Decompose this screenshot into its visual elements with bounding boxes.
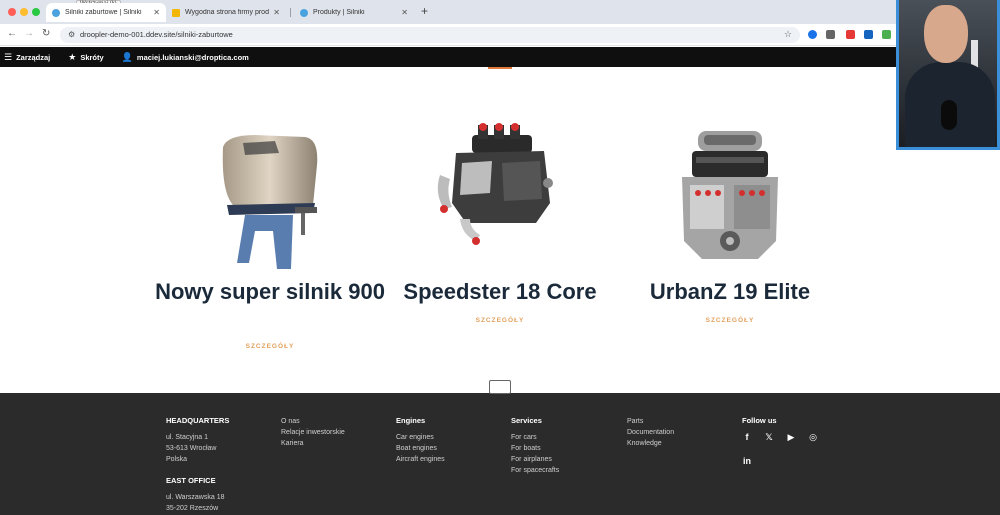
linkedin-icon[interactable]: in: [742, 456, 752, 466]
microphone-icon: [941, 100, 957, 130]
footer-link-knowledge[interactable]: Knowledge: [627, 438, 674, 449]
footer-link-boat-engines[interactable]: Boat engines: [396, 443, 445, 454]
droopler-favicon-icon: [52, 8, 60, 17]
minimize-window-icon[interactable]: [20, 8, 28, 16]
footer-heading: Engines: [396, 416, 426, 425]
footer-link-relacje[interactable]: Relacje inwestorskie: [281, 427, 345, 438]
footer-link-for-boats[interactable]: For boats: [511, 443, 559, 454]
outboard-motor-image[interactable]: [215, 135, 325, 269]
site-footer: HEADQUARTERS ul. Stacyjna 1 53-613 Wrocł…: [0, 393, 1000, 515]
forward-arrow-icon[interactable]: →: [24, 28, 34, 40]
tab-separator: [290, 8, 291, 17]
engine-block-image[interactable]: [432, 123, 568, 247]
footer-follow: Follow us f 𝕏 ▶ ◎ in: [742, 415, 818, 466]
footer-link-car-engines[interactable]: Car engines: [396, 432, 445, 443]
address-line: ul. Warszawska 18: [166, 494, 225, 501]
user-menu[interactable]: 👤 maciej.lukianski@droptica.com: [122, 52, 249, 63]
page-favicon-icon: [172, 8, 180, 17]
footer-heading: EAST OFFICE: [166, 476, 216, 485]
footer-link-for-spacecrafts[interactable]: For spacecrafts: [511, 465, 559, 476]
footer-link-o-nas[interactable]: O nas: [281, 416, 345, 427]
twitter-icon[interactable]: 𝕏: [764, 432, 774, 442]
extension-icon[interactable]: [882, 30, 891, 39]
extension-icon[interactable]: [826, 30, 835, 39]
footer-heading: Services: [511, 416, 542, 425]
feedback-chat-icon[interactable]: [489, 380, 511, 394]
site-info-icon[interactable]: ⚙: [68, 30, 75, 39]
product-title[interactable]: Speedster 18 Core: [385, 279, 615, 305]
close-tab-icon[interactable]: ✕: [153, 8, 160, 17]
address-line: Polska: [166, 456, 188, 463]
youtube-icon[interactable]: ▶: [786, 432, 796, 442]
address-line: 35-202 Rzeszów: [166, 505, 219, 512]
extension-icon[interactable]: [864, 30, 873, 39]
product-title[interactable]: UrbanZ 19 Elite: [615, 279, 845, 305]
url-text[interactable]: droopler-demo-001.ddev.site/silniki-zabu…: [80, 30, 233, 39]
details-link[interactable]: SZCZEGÓŁY: [615, 317, 845, 324]
address-bar[interactable]: ⚙ droopler-demo-001.ddev.site/silniki-za…: [60, 27, 800, 43]
footer-link-parts[interactable]: Parts: [627, 416, 674, 427]
footer-company-links: O nas Relacje inwestorskie Kariera: [281, 416, 345, 449]
tab-title: Silniki zaburtowe | Silniki: [65, 9, 142, 16]
footer-link-aircraft-engines[interactable]: Aircraft engines: [396, 454, 445, 465]
footer-other-links: Parts Documentation Knowledge: [627, 416, 674, 449]
browser-toolbar: ← → ↻ ⚙ droopler-demo-001.ddev.site/siln…: [0, 24, 1000, 46]
product-listing: Nowy super silnik 900 SZCZEGÓŁY Speedste…: [0, 67, 1000, 393]
details-link[interactable]: SZCZEGÓŁY: [155, 343, 385, 350]
browser-tab-bar: Wstrzymaj (k) Silniki zaburtowe | Silnik…: [0, 0, 1000, 24]
footer-headquarters: HEADQUARTERS ul. Stacyjna 1 53-613 Wrocł…: [166, 415, 229, 514]
address-line: 53-613 Wrocław: [166, 445, 217, 452]
admin-toolbar: ☰ Zarządzaj ★ Skróty 👤 maciej.lukianski@…: [0, 47, 1000, 67]
webcam-overlay: [896, 0, 1000, 150]
social-icons: f 𝕏 ▶ ◎: [742, 432, 818, 442]
presenter-head: [924, 5, 968, 63]
footer-link-for-cars[interactable]: For cars: [511, 432, 559, 443]
shortcuts-menu[interactable]: ★ Skróty: [68, 52, 103, 63]
maximize-window-icon[interactable]: [32, 8, 40, 16]
bookmark-star-icon[interactable]: ☆: [784, 29, 792, 40]
tab-title: Produkty | Silniki: [313, 9, 365, 16]
tab-produkty[interactable]: Produkty | Silniki ✕: [294, 3, 414, 22]
footer-link-for-airplanes[interactable]: For airplanes: [511, 454, 559, 465]
footer-heading: Follow us: [742, 416, 777, 425]
back-arrow-icon[interactable]: ←: [7, 28, 17, 40]
footer-services: Services For cars For boats For airplane…: [511, 415, 559, 476]
section-divider: [488, 67, 512, 69]
tab-silniki-zaburtowe[interactable]: Silniki zaburtowe | Silniki ✕: [46, 3, 166, 22]
user-icon: 👤: [121, 51, 133, 62]
v8-engine-image[interactable]: [676, 129, 784, 265]
close-tab-icon[interactable]: ✕: [401, 8, 408, 17]
close-window-icon[interactable]: [8, 8, 16, 16]
manage-menu[interactable]: ☰ Zarządzaj: [4, 52, 50, 63]
new-tab-button[interactable]: +: [421, 5, 428, 17]
user-label: maciej.lukianski@droptica.com: [136, 52, 249, 62]
social-icons-row2: in: [742, 456, 818, 466]
facebook-icon[interactable]: f: [742, 432, 752, 442]
footer-link-kariera[interactable]: Kariera: [281, 438, 345, 449]
product-title[interactable]: Nowy super silnik 900: [155, 279, 385, 305]
extension-icon[interactable]: [846, 30, 855, 39]
star-icon: ★: [68, 51, 77, 62]
tab-title: Wygodna strona firmy produ: [185, 9, 270, 16]
instagram-icon[interactable]: ◎: [808, 432, 818, 442]
reload-icon[interactable]: ↻: [42, 28, 50, 40]
shortcuts-label: Skróty: [80, 52, 104, 62]
tab-wygodna-strona[interactable]: Wygodna strona firmy produ ✕: [166, 3, 286, 22]
footer-engines: Engines Car engines Boat engines Aircraf…: [396, 415, 445, 465]
manage-label: Zarządzaj: [16, 52, 51, 62]
hamburger-icon: ☰: [4, 51, 13, 62]
footer-link-documentation[interactable]: Documentation: [627, 427, 674, 438]
footer-heading: HEADQUARTERS: [166, 416, 230, 425]
address-line: ul. Stacyjna 1: [166, 434, 209, 441]
droopler-favicon-icon: [300, 8, 308, 17]
extension-icon[interactable]: [808, 30, 817, 39]
close-tab-icon[interactable]: ✕: [273, 8, 280, 17]
details-link[interactable]: SZCZEGÓŁY: [385, 317, 615, 324]
